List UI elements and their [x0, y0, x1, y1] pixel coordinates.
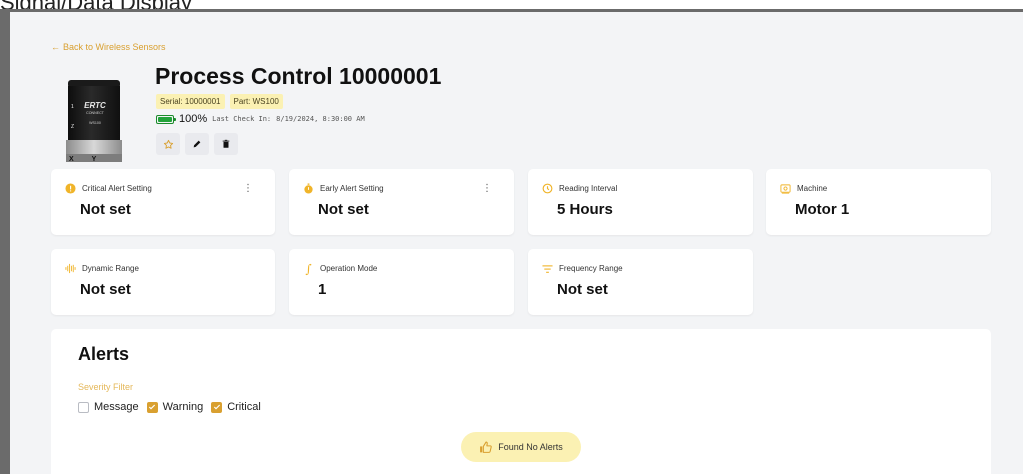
card-value: 1: [318, 281, 327, 298]
main-content: ← Back to Wireless Sensors ERTC CONNECT …: [10, 12, 1023, 474]
no-alerts-chip: Found No Alerts: [461, 432, 581, 462]
checkmark-icon: [149, 404, 156, 410]
severity-filter-label: Severity Filter: [78, 382, 134, 392]
integral-icon: ∫: [305, 261, 312, 276]
delete-button[interactable]: [214, 133, 238, 155]
more-options-icon[interactable]: ⋮: [482, 184, 492, 194]
star-icon: [163, 139, 173, 149]
alerts-panel: Alerts Severity Filter Message Warning C…: [51, 329, 991, 474]
severity-filters: Message Warning Critical: [78, 401, 269, 413]
card-value: 5 Hours: [557, 201, 613, 218]
filter-critical[interactable]: Critical: [211, 401, 261, 413]
card-operation-mode: ∫ Operation Mode 1: [289, 249, 514, 315]
page-title: Process Control 10000001: [155, 63, 442, 89]
last-checkin-value: 8/19/2024, 8:30:00 AM: [276, 115, 365, 123]
back-link-label: Back to Wireless Sensors: [63, 42, 166, 52]
last-checkin-label: Last Check In:: [212, 115, 272, 123]
filter-message-checkbox[interactable]: [78, 401, 89, 413]
battery-percent: 100%: [179, 113, 208, 125]
card-label: Machine: [797, 184, 828, 193]
alert-circle-icon: [65, 183, 76, 194]
arrow-left-icon: ←: [51, 42, 60, 52]
card-value: Not set: [80, 201, 131, 218]
card-label: Frequency Range: [559, 264, 623, 273]
more-options-icon[interactable]: ⋮: [243, 184, 253, 194]
card-label: Critical Alert Setting: [82, 184, 152, 193]
filter-message-label: Message: [94, 401, 139, 413]
sensor-image-brand: ERTC: [84, 101, 106, 110]
filter-warning-checkbox[interactable]: [146, 401, 158, 413]
no-alerts-label: Found No Alerts: [498, 442, 563, 452]
filter-warning-label: Warning: [162, 401, 204, 413]
card-critical-alert-setting: Critical Alert Setting ⋮ Not set: [51, 169, 275, 235]
filter-critical-label: Critical: [227, 401, 261, 413]
card-label: Early Alert Setting: [320, 184, 384, 193]
battery-icon: [156, 114, 176, 124]
checkmark-icon: [213, 404, 220, 410]
sensor-image-axis-x: X: [69, 156, 74, 163]
filter-critical-checkbox[interactable]: [211, 401, 223, 413]
sensor-image-axis-top: 1: [71, 104, 74, 110]
card-machine: Machine Motor 1: [766, 169, 991, 235]
filter-message[interactable]: Message: [78, 401, 139, 413]
edit-button[interactable]: [185, 133, 209, 155]
filter-warning[interactable]: Warning: [146, 401, 204, 413]
window-frame-left: [0, 9, 10, 474]
card-early-alert-setting: Early Alert Setting ⋮ Not set: [289, 169, 514, 235]
filter-icon: [542, 263, 553, 274]
card-label: Reading Interval: [559, 184, 618, 193]
waveform-icon: [65, 263, 76, 274]
thumbs-up-icon: [480, 441, 492, 453]
trash-icon: [222, 139, 230, 148]
card-frequency-range: Frequency Range Not set: [528, 249, 753, 315]
stopwatch-icon: [303, 183, 314, 194]
favorite-button[interactable]: [156, 133, 180, 155]
sensor-actions: [156, 133, 238, 155]
card-dynamic-range: Dynamic Range Not set: [51, 249, 275, 315]
sensor-badges: Serial: 10000001 Part: WS100: [156, 94, 283, 109]
part-badge: Part: WS100: [229, 94, 283, 109]
serial-badge: Serial: 10000001: [156, 94, 225, 109]
card-label: Dynamic Range: [82, 264, 139, 273]
card-value: Not set: [80, 281, 131, 298]
pencil-icon: [193, 140, 201, 148]
card-value: Not set: [557, 281, 608, 298]
sensor-image-connect: CONNECT: [86, 111, 105, 115]
back-link[interactable]: ← Back to Wireless Sensors: [51, 42, 166, 52]
card-label: Operation Mode: [320, 264, 378, 273]
sensor-image-axis-y: Y: [92, 156, 97, 163]
card-value: Motor 1: [795, 201, 850, 218]
machine-icon: [780, 183, 791, 194]
sensor-image-axis-z: Z: [71, 124, 74, 130]
battery-status: 100% Last Check In: 8/19/2024, 8:30:00 A…: [156, 113, 365, 125]
clock-icon: [542, 183, 553, 194]
sensor-image: ERTC CONNECT WS100 1 Z Y X: [66, 80, 122, 163]
card-value: Not set: [318, 201, 369, 218]
card-reading-interval: Reading Interval 5 Hours: [528, 169, 753, 235]
sensor-image-model: WS100: [89, 121, 101, 125]
alerts-title: Alerts: [78, 344, 130, 364]
